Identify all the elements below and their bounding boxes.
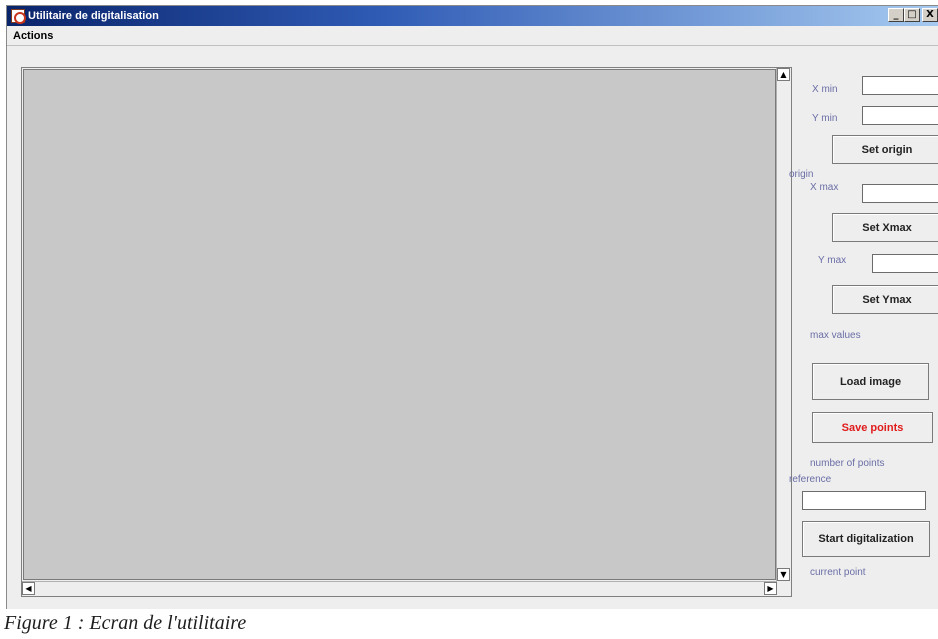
menu-bar: Actions bbox=[7, 26, 938, 46]
ymax-label: Y max bbox=[818, 255, 847, 266]
vertical-scrollbar[interactable]: ▲ ▼ bbox=[776, 68, 791, 581]
window-controls: _ □ X bbox=[888, 8, 938, 22]
max-values-label: max values bbox=[810, 330, 861, 341]
xmax-label: X max bbox=[810, 182, 839, 193]
app-window: Utilitaire de digitalisation _ □ X Actio… bbox=[6, 5, 938, 609]
ymin-label: Y min bbox=[812, 113, 838, 124]
set-ymax-button[interactable]: Set Ymax bbox=[832, 285, 938, 314]
number-of-points-label: number of points bbox=[810, 458, 885, 469]
app-icon bbox=[11, 9, 26, 24]
ymax-input[interactable] bbox=[872, 254, 938, 273]
scroll-down-arrow-icon[interactable]: ▼ bbox=[777, 568, 790, 581]
start-digitalization-button[interactable]: Start digitalization bbox=[802, 521, 930, 557]
minimize-button[interactable]: _ bbox=[888, 8, 904, 22]
close-button[interactable]: X bbox=[922, 8, 938, 22]
scroll-up-arrow-icon[interactable]: ▲ bbox=[777, 68, 790, 81]
xmin-input[interactable] bbox=[862, 76, 938, 95]
load-image-button[interactable]: Load image bbox=[812, 363, 929, 400]
figure-caption: Figure 1 : Ecran de l'utilitaire bbox=[4, 612, 247, 634]
origin-label: origin bbox=[789, 169, 814, 180]
reference-label: reference bbox=[789, 474, 832, 485]
horizontal-scrollbar[interactable]: ◀ ▶ bbox=[22, 581, 777, 596]
maximize-button[interactable]: □ bbox=[904, 8, 920, 22]
xmin-label: X min bbox=[812, 84, 838, 95]
xmax-input[interactable] bbox=[862, 184, 938, 203]
image-canvas-container: ▲ ▼ ◀ ▶ bbox=[21, 67, 792, 597]
save-points-button[interactable]: Save points bbox=[812, 412, 933, 443]
set-xmax-button[interactable]: Set Xmax bbox=[832, 213, 938, 242]
window-title: Utilitaire de digitalisation bbox=[28, 10, 159, 22]
menu-actions[interactable]: Actions bbox=[13, 30, 53, 42]
set-origin-button[interactable]: Set origin bbox=[832, 135, 938, 164]
reference-input[interactable] bbox=[802, 491, 926, 510]
image-canvas[interactable] bbox=[23, 69, 776, 580]
ymin-input[interactable] bbox=[862, 106, 938, 125]
current-point-label: current point bbox=[810, 567, 866, 578]
title-bar: Utilitaire de digitalisation _ □ X bbox=[7, 6, 938, 26]
scroll-right-arrow-icon[interactable]: ▶ bbox=[764, 582, 777, 595]
scroll-left-arrow-icon[interactable]: ◀ bbox=[22, 582, 35, 595]
